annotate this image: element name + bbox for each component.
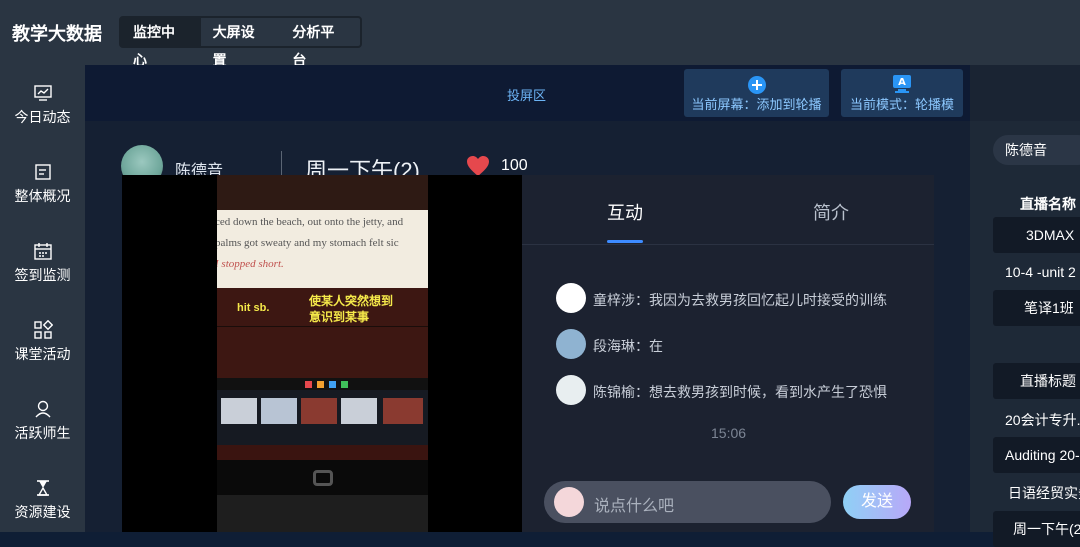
heart-icon[interactable] bbox=[466, 155, 490, 177]
main-panel: 投屏区 当前屏幕：添加到轮播 A 当前模式：轮播模 陈德音 周一下午(2) 10… bbox=[85, 65, 970, 532]
app-title: 教学大数据 bbox=[12, 24, 102, 44]
video-player[interactable]: ced down the beach, out onto the jetty, … bbox=[122, 175, 522, 532]
right-panel: 陈德音 直播名称 3DMAX 10-4 -unit 2 笔译1班 直播标题 20… bbox=[970, 65, 1080, 547]
sidebar-item-label: 活跃师生 bbox=[14, 425, 71, 441]
chat-input[interactable]: 说点什么吧 bbox=[544, 481, 831, 523]
chat-tabs: 互动 简介 bbox=[522, 175, 934, 245]
sidebar-item-checkin[interactable]: 签到监测 bbox=[0, 225, 85, 295]
sidebar: 今日动态 整体概况 签到监测 课堂活动 活跃师生 资源建设 bbox=[0, 65, 85, 532]
sidebar-item-label: 课堂活动 bbox=[14, 346, 71, 362]
message-timestamp: 15:06 bbox=[711, 425, 747, 441]
live-title-item[interactable]: 20会计专升. bbox=[1005, 410, 1080, 430]
video-frame: ced down the beach, out onto the jetty, … bbox=[217, 175, 428, 460]
chat-panel: 互动 简介 童梓涉：我因为去救男孩回忆起儿时接受的训练 段海琳：在 陈锦榆：想去… bbox=[522, 175, 934, 532]
hourglass-icon bbox=[36, 480, 49, 496]
like-count: 100 bbox=[501, 157, 528, 174]
active-tab-indicator bbox=[607, 240, 643, 243]
tab-analysis-platform[interactable]: 分析平台 bbox=[280, 18, 360, 68]
sidebar-item-overview[interactable]: 整体概况 bbox=[0, 146, 85, 216]
video-toolbar bbox=[217, 378, 428, 390]
tab-screen-settings[interactable]: 大屏设置 bbox=[201, 18, 281, 68]
sidebar-item-activities[interactable]: 课堂活动 bbox=[0, 304, 85, 374]
monitor-chart-icon bbox=[33, 85, 52, 101]
sidebar-item-today[interactable]: 今日动态 bbox=[0, 67, 85, 137]
monitor-a-icon: A bbox=[893, 75, 911, 93]
projection-area: 投屏区 当前屏幕：添加到轮播 A 当前模式：轮播模 bbox=[85, 65, 970, 121]
avatar bbox=[556, 375, 586, 405]
live-title-item[interactable]: 周一下午(2 bbox=[993, 511, 1080, 547]
sidebar-item-label: 今日动态 bbox=[14, 109, 71, 125]
live-title-item[interactable]: Auditing 20- bbox=[993, 437, 1080, 473]
avatar bbox=[556, 283, 586, 313]
live-title-item[interactable]: 日语经贸实务 bbox=[1008, 483, 1080, 503]
tab-intro[interactable]: 简介 bbox=[813, 199, 849, 225]
send-button[interactable]: 发送 bbox=[843, 485, 911, 519]
top-nav-tabs: 监控中心 大屏设置 分析平台 bbox=[119, 16, 362, 68]
user-icon bbox=[34, 400, 51, 418]
document-icon bbox=[34, 164, 51, 180]
avatar bbox=[556, 329, 586, 359]
laptop-logo-icon bbox=[313, 470, 333, 486]
live-name-item[interactable]: 3DMAX bbox=[993, 217, 1080, 253]
live-name-label: 直播名称 bbox=[1020, 196, 1076, 212]
calendar-icon bbox=[33, 243, 52, 260]
tab-interact[interactable]: 互动 bbox=[607, 199, 643, 225]
svg-text:A: A bbox=[898, 77, 906, 88]
video-thumbnails bbox=[217, 390, 428, 445]
sidebar-item-resources[interactable]: 资源建设 bbox=[0, 462, 85, 532]
sidebar-item-active-users[interactable]: 活跃师生 bbox=[0, 383, 85, 453]
teacher-filter[interactable]: 陈德音 bbox=[993, 135, 1080, 165]
sidebar-item-label: 整体概况 bbox=[14, 188, 71, 204]
plus-circle-icon bbox=[748, 76, 766, 94]
add-to-carousel-button[interactable]: 当前屏幕：添加到轮播 bbox=[684, 69, 829, 117]
live-title-label: 直播标题 bbox=[993, 363, 1080, 399]
live-name-item[interactable]: 笔译1班 bbox=[993, 290, 1080, 326]
user-avatar bbox=[554, 487, 584, 517]
live-name-item[interactable]: 10-4 -unit 2 bbox=[1005, 264, 1076, 280]
tab-monitor-center[interactable]: 监控中心 bbox=[121, 18, 201, 68]
sidebar-item-label: 签到监测 bbox=[14, 267, 71, 283]
display-mode-button[interactable]: A 当前模式：轮播模 bbox=[841, 69, 963, 117]
top-bar: 教学大数据 监控中心 大屏设置 分析平台 bbox=[0, 0, 1080, 68]
sidebar-item-label: 资源建设 bbox=[14, 504, 71, 520]
slide-text-area: ced down the beach, out onto the jetty, … bbox=[217, 210, 428, 288]
grid-icon bbox=[33, 320, 53, 339]
projection-label: 投屏区 bbox=[507, 88, 547, 103]
